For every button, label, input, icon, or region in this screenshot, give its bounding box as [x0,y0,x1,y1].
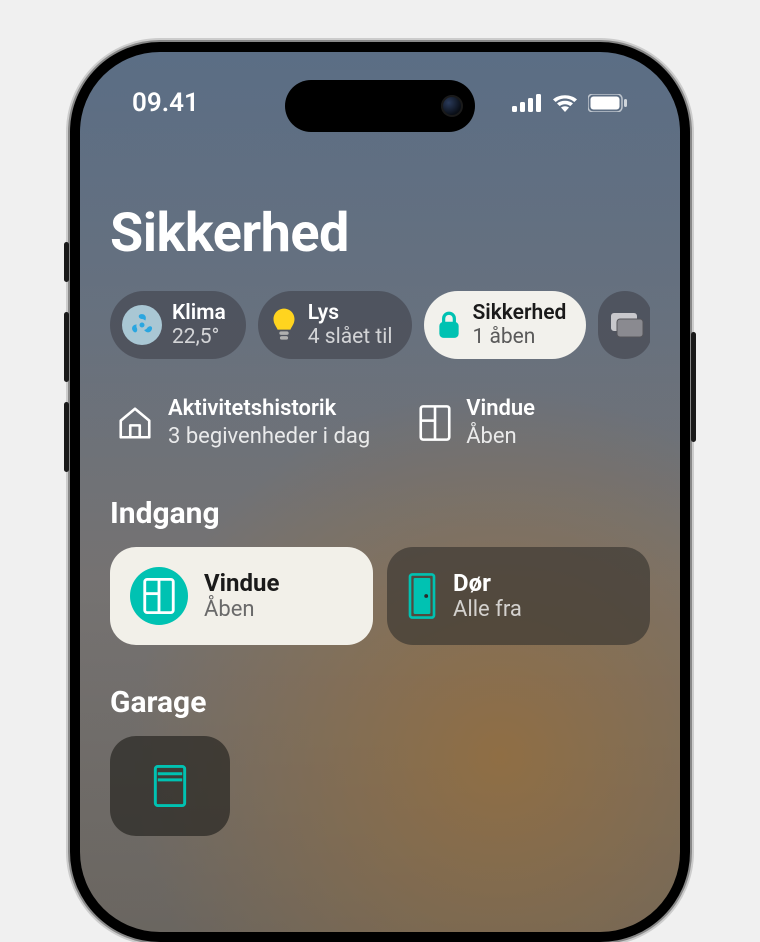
pill-label: Sikkerhed [472,301,566,325]
info-label: Vindue [466,395,535,423]
tile-label: Dør [453,569,522,598]
section-title-garage: Garage [110,685,650,720]
phone-frame: 09.41 [70,42,690,942]
lightbulb-icon [270,307,298,343]
side-button [691,332,696,442]
pill-label: Lys [308,301,393,325]
home-icon [116,404,154,442]
status-time: 09.41 [132,88,199,118]
garage-door-icon [151,764,189,808]
pill-value: 4 slået til [308,325,393,349]
tile-value: Åben [204,597,279,623]
section-title-entry: Indgang [110,496,650,531]
door-icon [407,572,437,620]
window-icon [418,404,452,442]
side-button [64,312,69,382]
window-icon [130,567,188,625]
pill-value: 1 åben [472,325,566,349]
tv-icon [610,311,644,339]
tile-window[interactable]: Vindue Åben [110,547,373,645]
side-button [64,402,69,472]
tile-label: Vindue [204,569,279,598]
info-row: Aktivitetshistorik 3 begivenheder i dag … [110,395,650,450]
pill-lights[interactable]: Lys 4 slået til [258,291,413,359]
pill-climate[interactable]: Klima 22,5° [110,291,246,359]
pill-security[interactable]: Sikkerhed 1 åben [424,291,586,359]
tile-value: Alle fra [453,597,522,623]
info-activity-history[interactable]: Aktivitetshistorik 3 begivenheder i dag [116,395,370,450]
pill-more[interactable] [598,291,650,359]
info-value: 3 begivenheder i dag [168,423,370,451]
wifi-icon [552,93,578,113]
tile-door[interactable]: Dør Alle fra [387,547,650,645]
screen: 09.41 [80,52,680,932]
info-label: Aktivitetshistorik [168,395,370,423]
pill-value: 22,5° [172,325,226,349]
tile-garage[interactable] [110,736,230,836]
side-button [64,242,69,282]
lock-icon [436,310,462,340]
category-pill-row: Klima 22,5° Lys 4 slået til [110,291,650,359]
battery-icon [588,94,628,112]
cellular-icon [512,94,542,112]
status-bar: 09.41 [80,88,680,118]
page-title: Sikkerhed [110,202,650,265]
info-value: Åben [466,423,535,451]
fan-icon [122,305,162,345]
info-window[interactable]: Vindue Åben [418,395,535,450]
entry-tile-row: Vindue Åben Dør Alle fra [110,547,650,645]
pill-label: Klima [172,301,226,325]
